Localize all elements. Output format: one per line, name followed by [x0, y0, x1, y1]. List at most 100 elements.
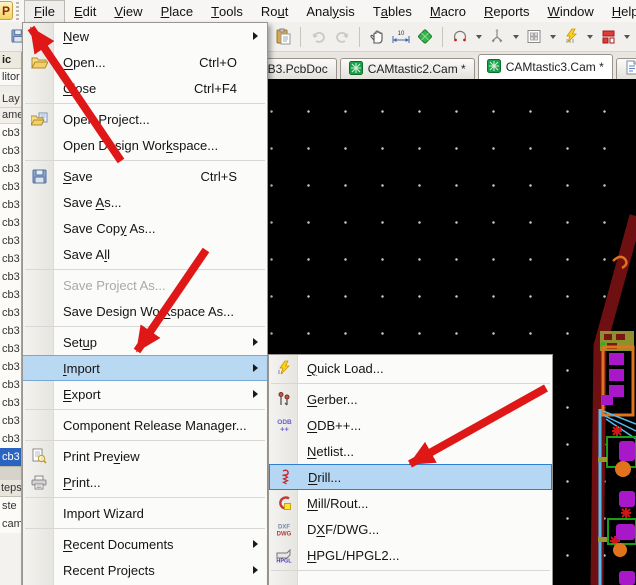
import-submenu-item-drill[interactable]: Drill...: [269, 464, 552, 490]
lightning-icon[interactable]: [560, 26, 582, 48]
menubar-item-view[interactable]: View: [105, 0, 151, 22]
file-menu-item-close[interactable]: CloseCtrl+F4: [23, 75, 267, 101]
sidebar-list-row[interactable]: cb3: [0, 232, 21, 250]
file-menu-item-label: Setup: [63, 335, 97, 350]
sidebar-list-row[interactable]: cb3: [0, 268, 21, 286]
file-menu-item-save-project-as[interactable]: Save Project As...: [23, 272, 267, 298]
file-menu-item-open[interactable]: Open...Ctrl+O: [23, 49, 267, 75]
dropdown-caret-icon[interactable]: [547, 26, 558, 48]
file-menu-item-new[interactable]: New: [23, 23, 267, 49]
sidebar-list-row[interactable]: cb3: [0, 394, 21, 412]
sidebar-list-row[interactable]: cb3: [0, 250, 21, 268]
sidebar-list-row[interactable]: cb3: [0, 304, 21, 322]
sidebar-list-row[interactable]: cb3: [0, 196, 21, 214]
dropdown-caret-icon[interactable]: [510, 26, 521, 48]
corner-p-button[interactable]: P: [0, 1, 13, 20]
file-menu-item-import-wizard[interactable]: Import Wizard: [23, 500, 267, 526]
sidebar-list-row[interactable]: cb3: [0, 160, 21, 178]
file-menu-item-print[interactable]: Print...: [23, 469, 267, 495]
toolbar-separator: [300, 27, 301, 47]
file-menu-item-component-release-manager[interactable]: Component Release Manager...: [23, 412, 267, 438]
menubar-item-tools[interactable]: Tools: [202, 0, 252, 22]
measure-icon[interactable]: 10: [390, 26, 412, 48]
chip-icon[interactable]: [414, 26, 436, 48]
toolbar-separator: [359, 27, 360, 47]
file-menu-item-label: Open Design Workspace...: [63, 138, 218, 153]
paste-icon[interactable]: [272, 26, 294, 48]
sidebar-list-row[interactable]: cb3: [0, 124, 21, 142]
file-menu-item-recent-documents[interactable]: Recent Documents: [23, 531, 267, 557]
toolbar-grip[interactable]: [16, 2, 19, 20]
import-submenu-item-odb[interactable]: ODB++ODB++...: [269, 412, 552, 438]
import-submenu-item-gerber[interactable]: Gerber...: [269, 386, 552, 412]
text-doc-icon: [625, 60, 636, 78]
sidebar-list-row[interactable]: cb3: [0, 286, 21, 304]
sidebar-list-row[interactable]: cb3: [0, 142, 21, 160]
menubar-item-reports[interactable]: Reports: [475, 0, 539, 22]
file-menu-item-label: Import: [63, 361, 100, 376]
dropdown-caret-icon[interactable]: [584, 26, 595, 48]
dxf-icon: DXFDWG: [273, 519, 295, 539]
arc-icon[interactable]: [449, 26, 471, 48]
folder-project-icon: [28, 109, 50, 129]
menubar-item-analysis[interactable]: Analysis: [297, 0, 363, 22]
frame-icon[interactable]: [523, 26, 545, 48]
file-menu-item-print-preview[interactable]: Print Preview: [23, 443, 267, 469]
file-menu-item-save-design-workspace-as[interactable]: Save Design Workspace As...: [23, 298, 267, 324]
file-menu-item-import[interactable]: Import: [23, 355, 267, 381]
dropdown-caret-icon[interactable]: [473, 26, 484, 48]
menubar-item-edit[interactable]: Edit: [65, 0, 105, 22]
file-menu-item-export[interactable]: Export: [23, 381, 267, 407]
menubar-item-tables[interactable]: Tables: [364, 0, 421, 22]
sidebar-list-row[interactable]: cb3: [0, 376, 21, 394]
file-menu-item-save-all[interactable]: Save All: [23, 241, 267, 267]
menubar-item-help[interactable]: Help: [603, 0, 636, 22]
file-menu-item-recent-projects[interactable]: Recent Projects: [23, 557, 267, 583]
sidebar-list-row[interactable]: cb3: [0, 322, 21, 340]
submenu-arrow-icon: [253, 32, 258, 40]
redsq-icon[interactable]: [597, 26, 619, 48]
sidebar-list-row[interactable]: cb3: [0, 430, 21, 448]
tab-camtastic3-cam[interactable]: CAMtastic3.Cam *: [478, 54, 613, 79]
file-menu-item-label: Save As...: [63, 195, 122, 210]
file-menu-item-open-project[interactable]: Open Project...: [23, 106, 267, 132]
redo-icon[interactable]: [331, 26, 353, 48]
sidebar-list-row[interactable]: cb3: [0, 412, 21, 430]
pan-icon[interactable]: [366, 26, 388, 48]
sidebar-list-row[interactable]: ste: [0, 497, 21, 515]
sidebar-list-row[interactable]: cb3: [0, 340, 21, 358]
import-submenu-item-label: Mill/Rout...: [307, 496, 368, 511]
file-menu-item-label: Save All: [63, 247, 110, 262]
sidebar-list-row[interactable]: cam: [0, 515, 21, 533]
tab-camtastic2-cam[interactable]: CAMtastic2.Cam *: [340, 58, 475, 79]
menubar-item-place[interactable]: Place: [152, 0, 203, 22]
svg-text:DWG: DWG: [277, 531, 292, 537]
file-menu-item-save-copy-as[interactable]: Save Copy As...: [23, 215, 267, 241]
file-menu-item-open-design-workspace[interactable]: Open Design Workspace...: [23, 132, 267, 158]
file-menu-item-label: Open...: [63, 55, 106, 70]
menubar-item-macro[interactable]: Macro: [421, 0, 475, 22]
file-menu-item-save-as[interactable]: Save As...: [23, 189, 267, 215]
menubar-item-rout[interactable]: Rout: [252, 0, 297, 22]
sidebar-list-row[interactable]: cb3: [0, 358, 21, 376]
dropdown-caret-icon[interactable]: [621, 26, 632, 48]
sidebar-list-row[interactable]: cb3: [0, 448, 21, 466]
sidebar-list-row[interactable]: cb3: [0, 178, 21, 196]
menubar-item-window[interactable]: Window: [539, 0, 603, 22]
import-submenu-item-mill-rout[interactable]: Mill/Rout...: [269, 490, 552, 516]
menubar-item-file[interactable]: File: [24, 0, 65, 22]
file-menu-item-setup[interactable]: Setup: [23, 329, 267, 355]
sidebar-header[interactable]: ic: [0, 52, 21, 69]
sidebar-section[interactable]: teps: [0, 480, 21, 497]
file-menu-item-save[interactable]: SaveCtrl+S: [23, 163, 267, 189]
import-submenu-item-quick-load[interactable]: Quick Load...: [269, 355, 552, 381]
file-menu-separator: [25, 497, 265, 498]
tab-log-201[interactable]: Log_201: [616, 58, 636, 79]
import-submenu-item-dxf-dwg[interactable]: DXFDWGDXF/DWG...: [269, 516, 552, 542]
sidebar-sub: litor: [0, 69, 21, 86]
import-submenu-item-netlist[interactable]: Netlist...: [269, 438, 552, 464]
import-submenu-item-hpgl-hpgl2[interactable]: HPGLHPGL/HPGL2...: [269, 542, 552, 568]
pointer-icon[interactable]: [486, 26, 508, 48]
sidebar-list-row[interactable]: cb3: [0, 214, 21, 232]
undo-icon[interactable]: [307, 26, 329, 48]
